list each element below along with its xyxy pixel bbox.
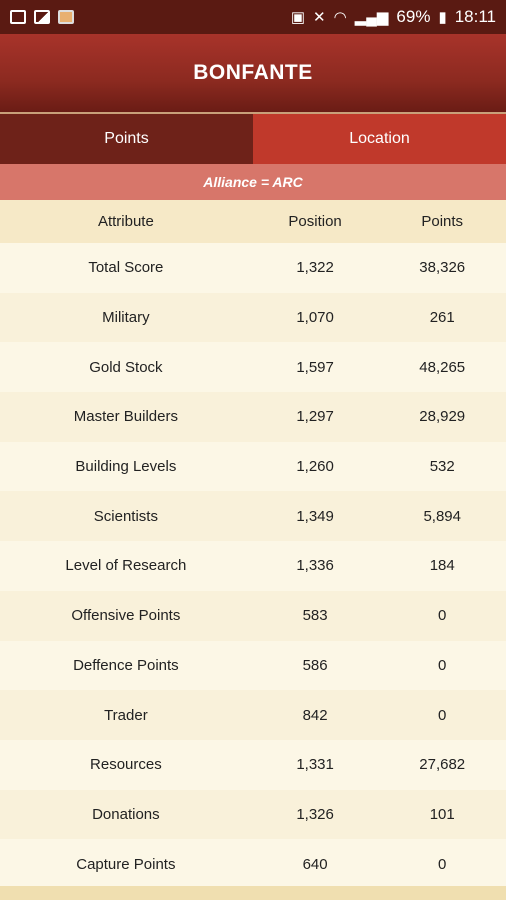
table-row: Building Levels 1,260 532 [0, 441, 506, 492]
signal-icon: ▂▄▆ [354, 9, 389, 26]
position-cell: 1,260 [296, 458, 334, 476]
attribute-cell: Resources [90, 756, 162, 774]
clock: 18:11 [454, 7, 496, 26]
points-cell: 184 [429, 557, 455, 575]
points-cell: 5,894 [423, 507, 461, 525]
attribute-cell: Master Builders [73, 408, 178, 426]
page-title: BONFANTE [193, 61, 313, 84]
laptop-icon [10, 10, 26, 24]
points-cell: 0 [438, 656, 447, 674]
table-row: Deffence Points 586 0 [0, 640, 506, 691]
table-row: Resources 1,331 27,682 [0, 739, 506, 790]
points-cell: 0 [438, 855, 447, 873]
attribute-cell: Offensive Points [71, 607, 181, 625]
attribute-cell: Military [102, 309, 150, 327]
photo-icon [58, 10, 74, 24]
position-cell: 1,349 [296, 507, 334, 525]
points-cell: 48,265 [419, 358, 466, 376]
position-cell: 1,297 [296, 408, 334, 426]
points-cell: 27,682 [419, 756, 466, 774]
column-header-attribute: Attribute [97, 213, 154, 230]
attribute-cell: Total Score [88, 259, 164, 277]
table-row: Scientists 1,349 5,894 [0, 491, 506, 542]
table-row: Military 1,070 261 [0, 292, 506, 343]
image-icon [34, 10, 50, 24]
app-header: BONFANTE [0, 34, 506, 114]
table-row: Total Score 1,322 38,326 [0, 243, 506, 293]
table-header-row: Attribute Position Points [0, 200, 506, 243]
position-cell: 1,326 [296, 805, 334, 823]
attribute-cell: Scientists [93, 507, 158, 525]
table-row: Gold Stock 1,597 48,265 [0, 342, 506, 393]
table-row: Offensive Points 583 0 [0, 590, 506, 641]
bottom-edge [0, 886, 506, 900]
column-header-points: Points [421, 213, 464, 230]
status-bar: ▣ ✕ ◠ ▂▄▆ 69% ▮ 18:11 [0, 0, 506, 34]
position-cell: 842 [302, 706, 328, 724]
attribute-cell: Capture Points [76, 855, 176, 873]
battery-percent: 69% [396, 7, 431, 26]
points-cell: 0 [438, 706, 447, 724]
position-cell: 586 [302, 656, 328, 674]
points-cell: 0 [438, 607, 447, 625]
position-cell: 1,322 [296, 259, 334, 277]
attribute-cell: Deffence Points [73, 656, 179, 674]
points-cell: 38,326 [419, 259, 466, 277]
stats-table: Attribute Position Points Total Score 1,3… [0, 200, 506, 889]
points-cell: 532 [429, 458, 455, 476]
tab-points[interactable]: Points [0, 114, 253, 164]
position-cell: 1,597 [296, 358, 334, 376]
position-cell: 583 [302, 607, 328, 625]
points-cell: 28,929 [419, 408, 466, 426]
tab-bar: Points Location [0, 114, 506, 164]
table-row: Level of Research 1,336 184 [0, 541, 506, 591]
attribute-cell: Level of Research [65, 557, 187, 575]
column-header-position: Position [288, 213, 342, 230]
alliance-banner: Alliance = ARC [0, 164, 506, 200]
attribute-cell: Building Levels [75, 458, 177, 476]
position-cell: 640 [302, 855, 328, 873]
alliance-text: Alliance = ARC [203, 174, 303, 190]
position-cell: 1,070 [296, 309, 334, 327]
table-row: Trader 842 0 [0, 690, 506, 740]
table-row: Capture Points 640 0 [0, 839, 506, 889]
attribute-cell: Gold Stock [89, 358, 163, 376]
position-cell: 1,331 [296, 756, 334, 774]
points-cell: 261 [429, 309, 455, 327]
points-cell: 101 [429, 805, 455, 823]
table-row: Donations 1,326 101 [0, 789, 506, 840]
wifi-icon: ◠ [333, 9, 347, 26]
battery-saver-icon: ▣ [290, 9, 306, 26]
attribute-cell: Donations [92, 805, 160, 823]
table-row: Master Builders 1,297 28,929 [0, 392, 506, 442]
tab-location[interactable]: Location [253, 114, 506, 164]
battery-icon: ▮ [438, 9, 447, 26]
mute-icon: ✕ [313, 9, 326, 26]
position-cell: 1,336 [296, 557, 334, 575]
attribute-cell: Trader [104, 706, 148, 724]
